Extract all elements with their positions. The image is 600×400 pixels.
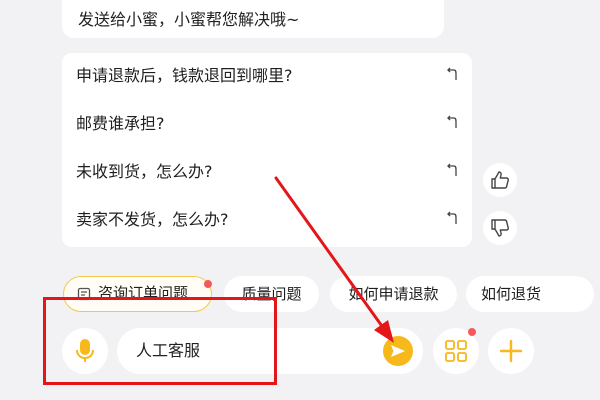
grid-icon <box>445 340 467 362</box>
faq-card: 申请退款后，钱款退回到哪里? 邮费谁承担? 未收到货，怎么办? 卖家不发货，怎么… <box>62 53 472 247</box>
thumbs-up-icon <box>491 171 509 189</box>
order-icon <box>77 287 91 301</box>
message-input-value: 人工客服 <box>136 341 201 360</box>
chip-label: 如何退货 <box>481 285 542 303</box>
voice-button[interactable] <box>62 328 108 374</box>
chip-how-to-return[interactable]: 如何退货 <box>466 276 594 312</box>
thumbs-down-icon <box>491 219 509 237</box>
faq-question: 申请退款后，钱款退回到哪里? <box>76 66 293 85</box>
input-bar: 人工客服 <box>0 318 600 382</box>
chip-label: 咨询订单问题 <box>98 284 189 302</box>
faq-item[interactable]: 申请退款后，钱款退回到哪里? <box>62 53 472 101</box>
return-arrow-icon <box>447 67 457 80</box>
notification-badge <box>468 328 476 336</box>
assistant-message-text: 发送给小蜜，小蜜帮您解决哦~ <box>78 10 300 29</box>
return-arrow-icon <box>447 211 457 224</box>
quick-topics-row: 咨询订单问题 质量问题 如何申请退款 如何退货 <box>0 276 600 312</box>
message-input[interactable]: 人工客服 <box>117 328 423 374</box>
like-button[interactable] <box>483 163 517 197</box>
faq-question: 未收到货，怎么办? <box>76 162 213 181</box>
add-button[interactable] <box>488 328 534 374</box>
faq-item[interactable]: 邮费谁承担? <box>62 101 472 149</box>
send-button[interactable] <box>383 336 413 366</box>
chip-how-to-refund[interactable]: 如何申请退款 <box>330 276 457 312</box>
chip-label: 如何申请退款 <box>348 285 439 303</box>
faq-question: 邮费谁承担? <box>76 114 165 133</box>
microphone-icon <box>76 339 94 362</box>
chip-label: 质量问题 <box>241 285 302 303</box>
chip-order-inquiry[interactable]: 咨询订单问题 <box>63 276 212 312</box>
send-icon <box>391 345 405 357</box>
plus-icon <box>499 339 523 363</box>
faq-item[interactable]: 未收到货，怎么办? <box>62 149 472 197</box>
chip-quality-issue[interactable]: 质量问题 <box>224 276 319 312</box>
faq-question: 卖家不发货，怎么办? <box>76 210 229 229</box>
return-arrow-icon <box>447 115 457 128</box>
return-arrow-icon <box>447 163 457 176</box>
assistant-message-bubble: 发送给小蜜，小蜜帮您解决哦~ <box>62 0 444 38</box>
faq-item[interactable]: 卖家不发货，怎么办? <box>62 197 472 245</box>
notification-badge <box>204 280 212 288</box>
dislike-button[interactable] <box>483 211 517 245</box>
